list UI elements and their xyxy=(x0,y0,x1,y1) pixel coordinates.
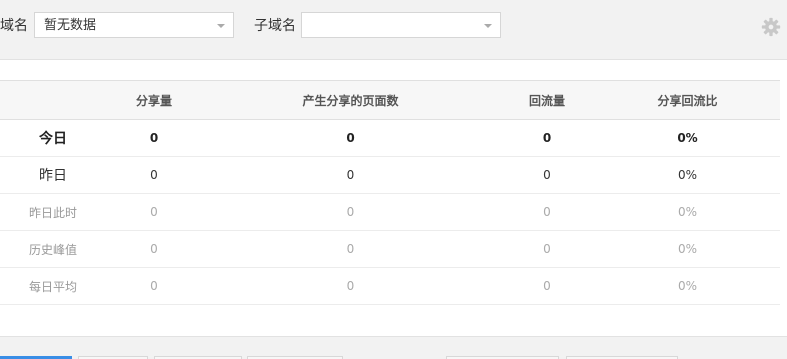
cell-backflow: 0 xyxy=(499,119,595,157)
cell-pages-shared: 0 xyxy=(202,193,499,231)
cell-backflow: 0 xyxy=(499,193,595,231)
cell-share-count: 0 xyxy=(106,156,202,194)
cell-pages-shared: 0 xyxy=(202,267,499,305)
header-pages-shared: 产生分享的页面数 xyxy=(202,80,499,120)
table-header-row: 分享量 产生分享的页面数 回流量 分享回流比 xyxy=(0,80,780,120)
row-label: 昨日 xyxy=(0,156,106,194)
cell-backflow: 0 xyxy=(499,156,595,194)
cell-share-count: 0 xyxy=(106,119,202,157)
cell-pages-shared: 0 xyxy=(202,230,499,268)
domain-select[interactable]: 暂无数据 xyxy=(34,12,234,38)
cell-share-count: 0 xyxy=(106,267,202,305)
cell-share-count: 0 xyxy=(106,230,202,268)
domain-label: 域名 xyxy=(0,18,28,34)
header-backflow: 回流量 xyxy=(499,80,595,120)
subdomain-label: 子域名 xyxy=(254,18,296,34)
table-row: 昨日此时 0 0 0 0% xyxy=(0,193,780,231)
bottom-tab-bar xyxy=(0,352,787,359)
row-label: 历史峰值 xyxy=(0,230,106,268)
cell-backflow: 0 xyxy=(499,230,595,268)
row-label: 今日 xyxy=(0,119,106,157)
cell-share-count: 0 xyxy=(106,193,202,231)
subdomain-select[interactable] xyxy=(301,12,501,38)
header-share-backflow-ratio: 分享回流比 xyxy=(595,80,780,120)
row-label: 昨日此时 xyxy=(0,193,106,231)
gear-icon[interactable] xyxy=(760,16,782,38)
header-share-count: 分享量 xyxy=(106,80,202,120)
domain-select-value: 暂无数据 xyxy=(44,18,97,33)
header-label-col xyxy=(0,80,106,120)
table-row: 每日平均 0 0 0 0% xyxy=(0,267,780,305)
chevron-down-icon xyxy=(217,24,225,28)
table-row: 历史峰值 0 0 0 0% xyxy=(0,230,780,268)
cell-pages-shared: 0 xyxy=(202,119,499,157)
table-row: 今日 0 0 0 0% xyxy=(0,119,780,157)
cell-backflow: 0 xyxy=(499,267,595,305)
filter-bar: 域名 暂无数据 子域名 xyxy=(0,0,787,58)
cell-ratio: 0% xyxy=(595,193,780,231)
cell-ratio: 0% xyxy=(595,156,780,194)
share-stats-table: 分享量 产生分享的页面数 回流量 分享回流比 今日 0 0 0 0% 昨日 0 … xyxy=(0,80,780,305)
cell-ratio: 0% xyxy=(595,267,780,305)
row-label: 每日平均 xyxy=(0,267,106,305)
cell-pages-shared: 0 xyxy=(202,156,499,194)
cell-ratio: 0% xyxy=(595,230,780,268)
cell-ratio: 0% xyxy=(595,119,780,157)
stats-panel: 分享量 产生分享的页面数 回流量 分享回流比 今日 0 0 0 0% 昨日 0 … xyxy=(0,59,787,337)
chevron-down-icon xyxy=(484,24,492,28)
table-row: 昨日 0 0 0 0% xyxy=(0,156,780,194)
